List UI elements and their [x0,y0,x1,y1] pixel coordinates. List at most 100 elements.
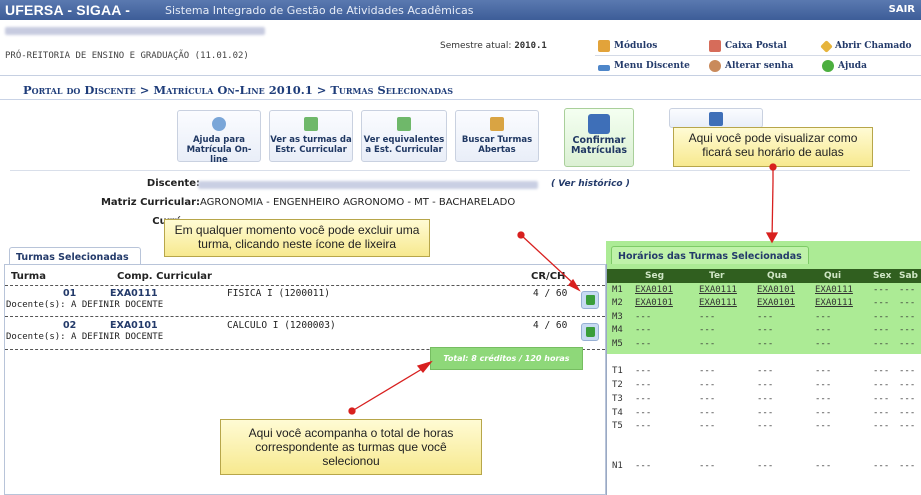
schedule-class-link[interactable]: EXA0111 [815,298,853,308]
schedule-empty-cell: --- [635,408,652,418]
schedule-class-link[interactable]: EXA0101 [757,285,795,295]
slot-label: M1 [612,285,623,295]
schedule-empty-cell: --- [873,285,890,295]
schedule-empty-cell: --- [873,421,890,431]
app-name: UFERSA - SIGAA - [5,2,131,18]
schedule-class-link[interactable]: EXA0101 [635,298,673,308]
schedule-row: T2 --- --- --- --- --- --- [607,379,921,392]
schedule-row: T5 --- --- --- --- --- --- [607,420,921,433]
slot-label: M2 [612,298,623,308]
schedule-empty-cell: --- [899,394,916,404]
schedule-empty-cell: --- [635,380,652,390]
unit-label: PRÓ-REITORIA DE ENSINO E GRADUAÇÃO (11.0… [5,51,249,61]
system-name: Sistema Integrado de Gestão de Atividade… [165,4,474,17]
discente-label: Discente: [146,178,200,189]
action-label-line2: a Est. Curricular [365,145,443,155]
schedule-empty-cell: --- [899,461,916,471]
schedule-empty-cell: --- [699,408,716,418]
trash-icon [585,327,595,337]
schedule-row: M3 --- --- --- --- --- --- [607,311,921,324]
caixa-postal-button[interactable]: Caixa Postal [709,37,787,55]
action-label-line1: Ver as turmas da [270,135,352,145]
component-name: FISICA I (1200011) [227,288,330,299]
action-label-line2: Matrícula On-line [186,145,252,165]
modulos-label: Módulos [614,41,658,51]
day-header: Ter [709,271,725,281]
ajuda-matricula-button[interactable]: Ajuda para Matrícula On-line [177,110,261,165]
slot-label: T2 [612,380,623,390]
schedule-class-link[interactable]: EXA0111 [699,298,737,308]
modules-icon [598,40,610,52]
schedule-empty-cell: --- [899,366,916,376]
slot-label: N1 [612,461,623,471]
alterar-senha-label: Alterar senha [725,61,794,71]
schedule-row: M1 EXA0101 EXA0111 EXA0101 EXA0111 --- --- [607,284,921,297]
modulos-button[interactable]: Módulos [598,37,657,55]
remove-turma-button[interactable] [581,291,599,309]
schedule-empty-cell: --- [635,421,652,431]
schedule-empty-cell: --- [873,461,890,471]
component-code-link[interactable]: EXA0101 [110,320,158,331]
schedule-callout: Aqui você pode visualizar como ficará se… [673,127,873,167]
tab-turmas-selecionadas[interactable]: Turmas Selecionadas [9,247,141,265]
document-icon [709,112,723,126]
ver-equivalentes-button[interactable]: Ver equivalentes a Est. Curricular [361,110,447,162]
schedule-class-link[interactable]: EXA0111 [815,285,853,295]
schedule-empty-cell: --- [635,394,652,404]
schedule-empty-cell: --- [873,380,890,390]
col-crch: CR/CH [531,271,566,282]
remove-turma-button[interactable] [581,323,599,341]
tab-horarios[interactable]: Horários das Turmas Selecionadas [611,246,809,264]
schedule-empty-cell: --- [815,380,832,390]
schedule-empty-cell: --- [815,421,832,431]
slot-label: M5 [612,339,623,349]
info-bar: PRÓ-REITORIA DE ENSINO E GRADUAÇÃO (11.0… [0,20,921,76]
partial-action-button[interactable] [669,108,763,128]
confirmar-matriculas-button[interactable]: Confirmar Matrículas [564,108,634,167]
turma-number: 02 [63,320,77,331]
exit-link[interactable]: SAIR [889,4,915,15]
schedule-class-link[interactable]: EXA0111 [699,285,737,295]
action-label-line2: Abertas [478,145,516,155]
row-divider [5,316,605,317]
ver-historico-link[interactable]: ( Ver histórico ) [551,179,630,189]
turma-number: 01 [63,288,77,299]
sigaa-page: UFERSA - SIGAA - Sistema Integrado de Ge… [0,0,921,495]
ajuda-button[interactable]: Ajuda [822,57,867,75]
top-header: UFERSA - SIGAA - Sistema Integrado de Ge… [0,0,921,20]
equivalents-icon [397,117,411,131]
schedule-empty-cell: --- [873,339,890,349]
day-header: Sex [873,271,892,281]
col-turma: Turma [11,271,46,282]
alterar-senha-button[interactable]: Alterar senha [709,57,793,75]
component-code-link[interactable]: EXA0111 [110,288,158,299]
buscar-turmas-button[interactable]: Buscar Turmas Abertas [455,110,539,162]
semester-info: Semestre atual: 2010.1 [440,41,547,51]
day-header: Seg [645,271,665,281]
ticket-icon [820,39,833,53]
schedule-empty-cell: --- [815,394,832,404]
schedule-empty-cell: --- [899,339,916,349]
abrir-chamado-button[interactable]: Abrir Chamado [820,37,912,55]
menu-discente-button[interactable]: Menu Discente [598,57,690,75]
matriz-label: Matriz Curricular: [100,197,200,208]
schedule-empty-cell: --- [899,408,916,418]
schedule-class-link[interactable]: EXA0101 [757,298,795,308]
semester-label: Semestre atual: [440,41,512,51]
search-classes-icon [490,117,504,131]
action-label-line2: Estr. Curricular [275,145,347,155]
schedule-class-link[interactable]: EXA0101 [635,285,673,295]
menu-discente-label: Menu Discente [614,61,690,71]
semester-value: 2010.1 [514,41,547,51]
action-label-line2: Matrículas [570,145,628,156]
docente-info: Docente(s): A DEFINIR DOCENTE [6,332,164,342]
schedule-empty-cell: --- [699,312,716,322]
schedule-empty-cell: --- [899,421,916,431]
turmas-table-header: Turma Comp. Curricular CR/CH [5,271,605,285]
schedule-empty-cell: --- [873,408,890,418]
schedule-empty-cell: --- [635,366,652,376]
ver-turmas-estrutura-button[interactable]: Ver as turmas da Estr. Curricular [269,110,353,162]
slot-label: M3 [612,312,623,322]
slot-label: M4 [612,325,623,335]
ajuda-label: Ajuda [838,61,867,71]
